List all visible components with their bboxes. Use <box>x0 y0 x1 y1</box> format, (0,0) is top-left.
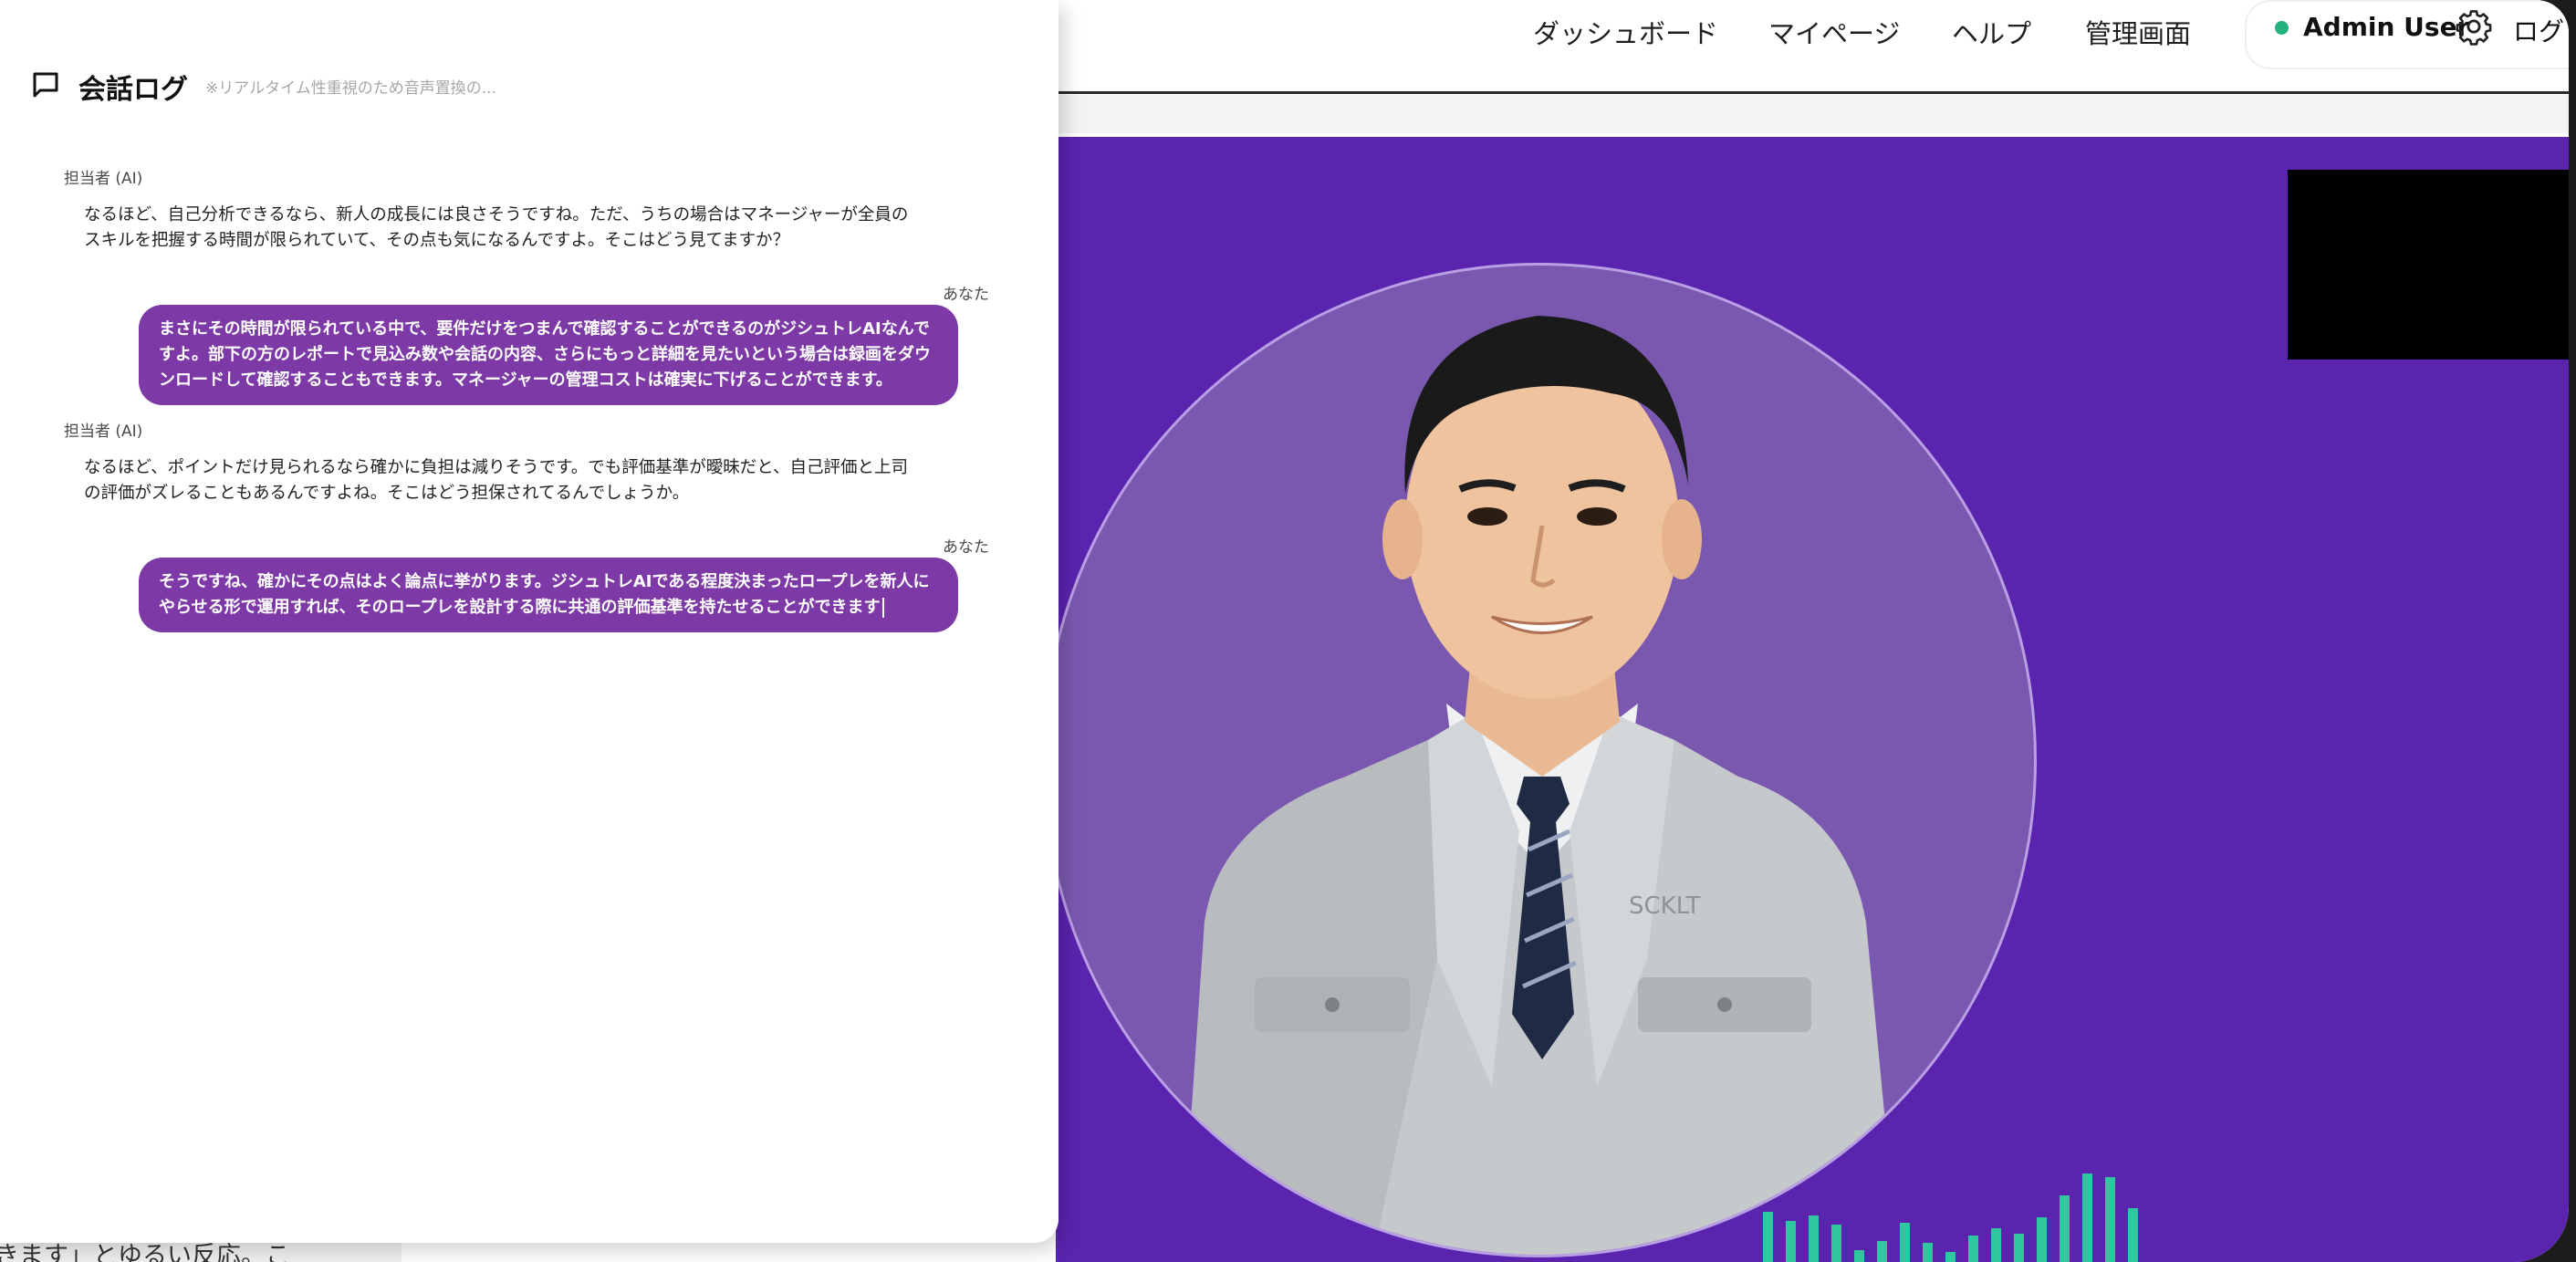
avatar-stage: SCKLT <box>1056 137 2569 1262</box>
panel-title: 会話ログ <box>78 74 188 106</box>
user-message-typing: そうですね、確かにその点はよく論点に挙がります。ジシュトレAIである程度決まった… <box>139 558 958 632</box>
speaker-label-ai: 担当者 (AI) <box>64 170 143 188</box>
gear-icon[interactable] <box>2455 7 2493 46</box>
jacket-logo: SCKLT <box>1629 892 1701 920</box>
logout-link[interactable]: ログ <box>2513 12 2564 48</box>
nav-dashboard[interactable]: ダッシュボード <box>1533 13 1718 51</box>
nav-admin[interactable]: 管理画面 <box>2085 13 2191 51</box>
ai-message: なるほど、ポイントだけ見られるなら確かに負担は減りそうです。でも評価基準が曖昧だ… <box>84 458 908 503</box>
self-camera-preview <box>2288 170 2569 360</box>
conversation-log-panel: 会話ログ ※リアルタイム性重視のため音声置換の... 担当者 (AI) なるほど… <box>0 0 1059 1243</box>
ai-avatar-portrait: SCKLT <box>1182 316 1898 1255</box>
ai-message: なるほど、自己分析できるなら、新人の成長には良さそうですね。ただ、うちの場合はマ… <box>84 205 909 250</box>
app-window: ダッシュボード マイページ ヘルプ 管理画面 Admin User ログ SCK… <box>0 0 2569 1262</box>
text-caret <box>881 598 884 618</box>
speaker-label-ai: 担当者 (AI) <box>64 422 143 441</box>
user-message: まさにその時間が限られている中で、要件だけをつまんで確認することができるのがジシ… <box>139 305 958 405</box>
user-message-text: そうですね、確かにその点はよく論点に挙がります。ジシュトレAIである程度決まった… <box>159 572 930 617</box>
speaker-label-you: あなた <box>943 286 989 304</box>
user-name[interactable]: Admin User <box>2303 12 2469 42</box>
nav-help[interactable]: ヘルプ <box>1952 13 2031 51</box>
sub-toolbar <box>1004 95 2569 133</box>
chat-bubble-icon <box>33 72 58 98</box>
nav-mypage[interactable]: マイページ <box>1768 13 1900 51</box>
speaker-label-you: あなた <box>943 538 989 557</box>
online-status-dot <box>2275 21 2289 35</box>
audio-waveform <box>1763 1173 2138 1262</box>
panel-note: ※リアルタイム性重視のため音声置換の... <box>205 79 496 98</box>
ai-avatar-frame: SCKLT <box>1056 263 2037 1257</box>
